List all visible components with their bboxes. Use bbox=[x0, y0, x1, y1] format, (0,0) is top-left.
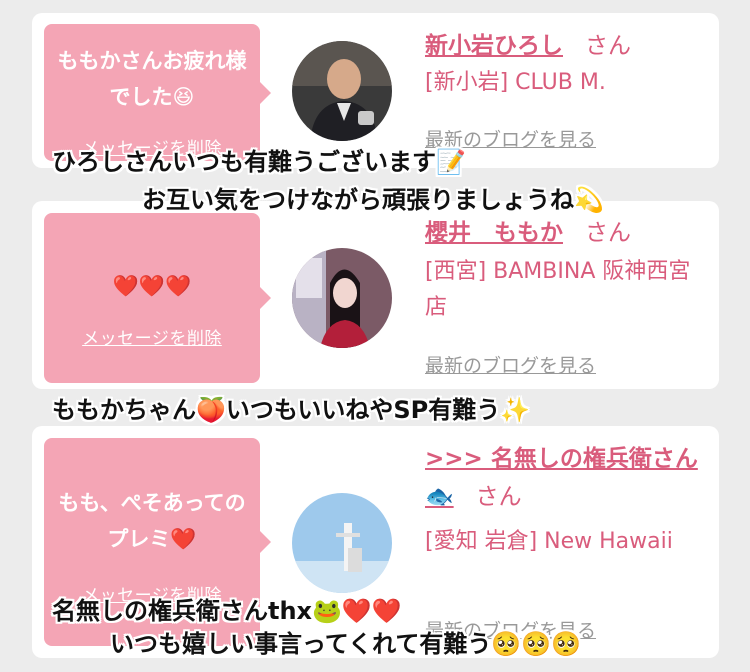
honorific: さん bbox=[585, 220, 631, 246]
avatar[interactable] bbox=[292, 493, 392, 593]
sender-name-line: 新小岩ひろし さん bbox=[425, 27, 710, 65]
avatar[interactable] bbox=[292, 248, 392, 348]
avatar-photo bbox=[292, 248, 392, 348]
overlay-caption: お互い気をつけながら頑張りましょうね💫 bbox=[142, 186, 604, 214]
message-list: ももかさんお疲れ様でした😆 メッセージを削除 新小岩ひろし さん [新小岩] CL… bbox=[0, 0, 750, 672]
avatar-photo bbox=[292, 493, 392, 593]
message-text: ❤️❤️❤️ bbox=[112, 274, 192, 298]
avatar-photo bbox=[292, 41, 392, 141]
message-bubble: ❤️❤️❤️ メッセージを削除 bbox=[44, 213, 271, 383]
sender-name-link[interactable]: >>> 名無しの権兵衛さん🐟 bbox=[425, 446, 698, 510]
message-text: ももかさんお疲れ様でした😆 bbox=[57, 49, 247, 109]
avatar[interactable] bbox=[292, 41, 392, 141]
sender-name-link[interactable]: 櫻井 ももか bbox=[425, 220, 563, 246]
overlay-caption: ももかちゃん🍑いつもいいねやSP有難う✨ bbox=[52, 396, 531, 424]
message-text: もも、ぺそあってのプレミ❤️ bbox=[58, 491, 246, 551]
sender-info: >>> 名無しの権兵衛さん🐟 さん [愛知 岩倉] New Hawaii bbox=[425, 440, 710, 560]
sender-info: 櫻井 ももか さん [西宮] BAMBINA 阪神西宮店 bbox=[425, 214, 710, 326]
sender-name-link[interactable]: 新小岩ひろし bbox=[425, 33, 563, 59]
overlay-caption: いつも嬉しい事言ってくれて有難う🥺🥺🥺 bbox=[110, 630, 582, 658]
message-bubble: ももかさんお疲れ様でした😆 メッセージを削除 bbox=[44, 24, 271, 161]
shop-name: [愛知 岩倉] New Hawaii bbox=[425, 529, 673, 554]
honorific: さん bbox=[475, 484, 522, 510]
delete-message-link[interactable]: メッセージを削除 bbox=[44, 324, 260, 349]
sender-name-line: >>> 名無しの権兵衛さん🐟 さん bbox=[425, 440, 710, 516]
honorific: さん bbox=[585, 33, 631, 59]
overlay-caption: 名無しの権兵衛さんthx🐸❤️❤️ bbox=[52, 597, 402, 625]
shop-name: [新小岩] CLUB M. bbox=[425, 70, 606, 95]
latest-blog-link[interactable]: 最新のブログを見る bbox=[425, 351, 596, 378]
shop-name: [西宮] BAMBINA 阪神西宮店 bbox=[425, 259, 691, 320]
sender-info: 新小岩ひろし さん [新小岩] CLUB M. bbox=[425, 27, 710, 101]
overlay-caption: ひろしさんいつも有難うございます📝 bbox=[52, 148, 466, 176]
message-card: ❤️❤️❤️ メッセージを削除 櫻井 ももか さん [西宮] BAMBINA 阪神… bbox=[32, 201, 719, 389]
sender-name-line: 櫻井 ももか さん bbox=[425, 214, 710, 252]
